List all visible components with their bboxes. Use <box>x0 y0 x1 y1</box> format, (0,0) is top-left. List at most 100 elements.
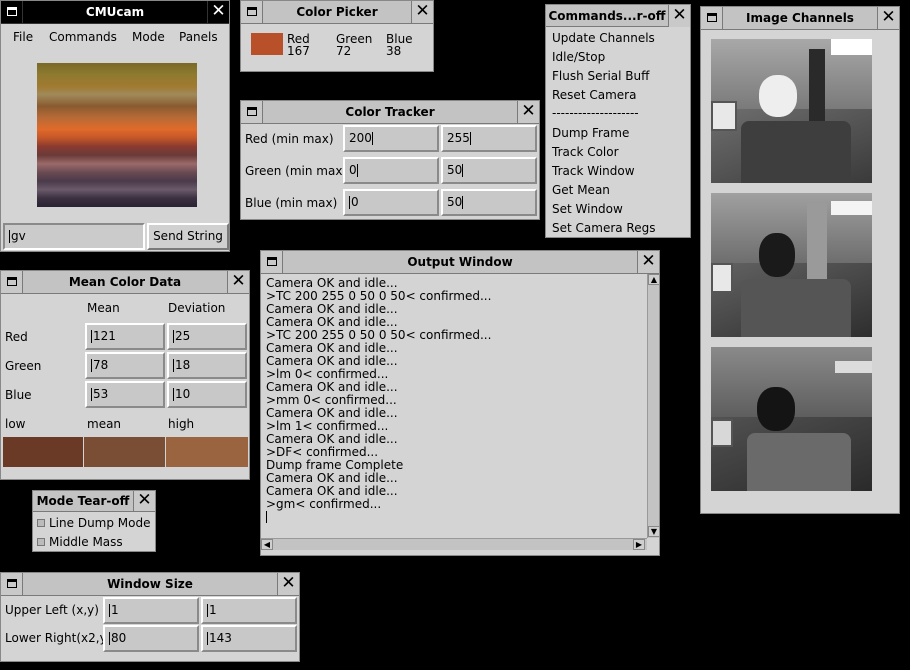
window-menu-button[interactable] <box>241 1 263 23</box>
image-channels-titlebar[interactable]: Image Channels ✕ <box>701 7 899 30</box>
camera-preview[interactable] <box>37 63 197 207</box>
close-icon[interactable]: ✕ <box>133 491 155 511</box>
menu-item-flush-serial[interactable]: Flush Serial Buff <box>552 69 649 83</box>
output-title: Output Window <box>407 255 513 269</box>
menu-panels[interactable]: Panels <box>179 30 218 44</box>
menu-item-track-color[interactable]: Track Color <box>552 145 619 159</box>
close-icon[interactable]: ✕ <box>411 1 433 23</box>
channel-red-image <box>711 39 872 183</box>
channel-green-image <box>711 193 872 337</box>
mean-red-label: Red <box>5 330 28 344</box>
mode-tearoff-title: Mode Tear-off <box>36 494 130 508</box>
mean-color-swatch <box>84 437 165 467</box>
commands-titlebar[interactable]: Commands...r-off ✕ <box>546 5 690 27</box>
mean-blue-value[interactable]: 53 <box>85 381 165 408</box>
close-icon[interactable]: ✕ <box>637 251 659 273</box>
color-tracker-titlebar[interactable]: Color Tracker ✕ <box>241 101 539 124</box>
window-menu-icon <box>247 7 257 16</box>
menu-bar: File Commands Mode Panels <box>1 25 229 51</box>
tracker-red-min-input[interactable]: 200 <box>343 125 439 152</box>
menu-item-set-window[interactable]: Set Window <box>552 202 623 216</box>
mean-red-value[interactable]: 121 <box>85 323 165 350</box>
picked-color-swatch <box>251 33 283 55</box>
tracker-blue-max-input[interactable]: 50 <box>441 189 537 216</box>
window-menu-button[interactable] <box>1 271 23 293</box>
menu-item-dump-frame[interactable]: Dump Frame <box>552 126 629 140</box>
window-menu-button[interactable] <box>701 7 723 29</box>
scroll-right-arrow-icon[interactable]: ▶ <box>633 539 645 550</box>
window-menu-icon <box>7 277 17 286</box>
menu-item-idle-stop[interactable]: Idle/Stop <box>552 50 605 64</box>
mean-green-value[interactable]: 78 <box>85 352 165 379</box>
tracker-green-max-input[interactable]: 50 <box>441 157 537 184</box>
color-picker-window: Color Picker ✕ Red 167 Green 72 Blue 38 <box>240 0 434 72</box>
tracker-blue-label: Blue (min max) <box>245 196 338 210</box>
close-icon[interactable]: ✕ <box>207 1 229 23</box>
menu-commands[interactable]: Commands <box>49 30 117 44</box>
window-menu-button[interactable] <box>241 101 263 123</box>
mean-color-titlebar[interactable]: Mean Color Data ✕ <box>1 271 249 294</box>
high-label: high <box>168 417 195 431</box>
tracker-green-min-input[interactable]: 0 <box>343 157 439 184</box>
high-color-swatch <box>166 437 248 467</box>
menu-item-track-window[interactable]: Track Window <box>552 164 635 178</box>
menu-mode[interactable]: Mode <box>132 30 165 44</box>
scroll-down-arrow-icon[interactable]: ▼ <box>648 526 660 537</box>
commands-menu-window: Commands...r-off ✕ Update Channels Idle/… <box>545 4 691 238</box>
middle-mass-radio[interactable] <box>37 538 45 546</box>
menu-item-get-mean[interactable]: Get Mean <box>552 183 610 197</box>
close-icon[interactable]: ✕ <box>227 271 249 293</box>
commands-title: Commands...r-off <box>548 9 666 23</box>
window-menu-button[interactable] <box>261 251 283 273</box>
output-window: Output Window ✕ Camera OK and idle... >TC… <box>260 250 660 556</box>
output-log[interactable]: Camera OK and idle... >TC 200 255 0 50 0 … <box>263 275 647 537</box>
scroll-up-arrow-icon[interactable]: ▲ <box>648 274 660 285</box>
output-vertical-scrollbar[interactable]: ▲ ▼ <box>647 274 660 538</box>
scene-monitor <box>711 101 737 131</box>
menu-separator: -------------------- <box>552 106 639 120</box>
window-menu-icon <box>707 13 717 22</box>
line-dump-mode-label[interactable]: Line Dump Mode <box>49 516 150 530</box>
menu-item-set-camera-regs[interactable]: Set Camera Regs <box>552 221 655 235</box>
close-icon[interactable]: ✕ <box>517 101 539 123</box>
menu-file[interactable]: File <box>13 30 33 44</box>
menu-item-reset-camera[interactable]: Reset Camera <box>552 88 636 102</box>
mode-tearoff-titlebar[interactable]: Mode Tear-off ✕ <box>33 491 155 512</box>
window-size-titlebar[interactable]: Window Size ✕ <box>1 573 299 596</box>
mean-green-label: Green <box>5 359 42 373</box>
window-menu-icon <box>267 257 277 266</box>
window-size-title: Window Size <box>107 577 193 591</box>
send-string-button[interactable]: Send String <box>147 223 229 250</box>
cmucam-titlebar[interactable]: CMUcam ✕ <box>1 1 229 24</box>
middle-mass-label[interactable]: Middle Mass <box>49 535 123 549</box>
color-picker-titlebar[interactable]: Color Picker ✕ <box>241 1 433 24</box>
tracker-red-label: Red (min max) <box>245 132 334 146</box>
close-icon[interactable]: ✕ <box>668 5 690 27</box>
menu-item-update-channels[interactable]: Update Channels <box>552 31 655 45</box>
dev-blue-value[interactable]: 10 <box>167 381 247 408</box>
output-horizontal-scrollbar[interactable]: ◀ ▶ <box>261 538 647 550</box>
line-dump-radio[interactable] <box>37 519 45 527</box>
color-picker-title: Color Picker <box>296 5 378 19</box>
tracker-blue-min-input[interactable]: 0 <box>343 189 439 216</box>
mean-color-title: Mean Color Data <box>68 275 182 289</box>
dev-green-value[interactable]: 18 <box>167 352 247 379</box>
lower-right-y-input[interactable]: 143 <box>201 625 297 652</box>
upper-left-y-input[interactable]: 1 <box>201 597 297 624</box>
dev-red-value[interactable]: 25 <box>167 323 247 350</box>
green-value: 72 <box>336 44 352 58</box>
lower-right-x-input[interactable]: 80 <box>103 625 199 652</box>
window-menu-icon <box>247 107 257 116</box>
scroll-left-arrow-icon[interactable]: ◀ <box>261 539 273 550</box>
window-menu-button[interactable] <box>1 573 23 595</box>
output-line: >gm< confirmed... <box>266 497 382 511</box>
output-titlebar[interactable]: Output Window ✕ <box>261 251 659 274</box>
upper-left-x-input[interactable]: 1 <box>103 597 199 624</box>
red-value: 167 <box>287 44 310 58</box>
mean-blue-label: Blue <box>5 388 32 402</box>
tracker-red-max-input[interactable]: 255 <box>441 125 537 152</box>
send-string-input[interactable]: gv <box>3 223 145 250</box>
close-icon[interactable]: ✕ <box>877 7 899 29</box>
close-icon[interactable]: ✕ <box>277 573 299 595</box>
window-menu-button[interactable] <box>1 1 23 23</box>
